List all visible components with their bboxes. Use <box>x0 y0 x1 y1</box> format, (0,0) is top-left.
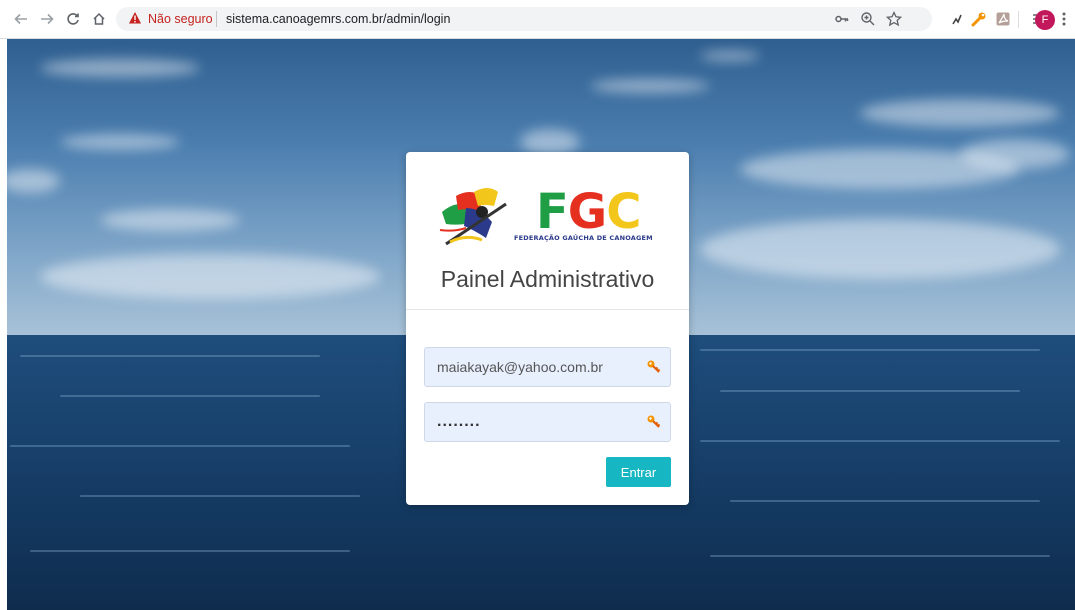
home-icon[interactable] <box>90 10 108 28</box>
logo-subtitle: FEDERAÇÃO GAÚCHA DE CANOAGEM <box>514 234 653 242</box>
left-edge <box>0 39 7 610</box>
card-divider <box>406 309 689 310</box>
page-title: Painel Administrativo <box>440 266 655 292</box>
logo-paddler-icon <box>439 188 507 246</box>
wave <box>700 440 1060 442</box>
cloud <box>0 169 60 193</box>
star-icon[interactable] <box>885 10 903 27</box>
zoom-icon[interactable] <box>860 11 876 27</box>
cloud <box>590 79 710 93</box>
cloud <box>60 134 180 150</box>
address-bar[interactable]: Não seguro sistema.canoagemrs.com.br/adm… <box>116 7 932 31</box>
login-card: FGC FEDERAÇÃO GAÚCHA DE CANOAGEM Painel … <box>406 152 689 505</box>
cloud <box>700 219 1060 279</box>
wave <box>30 550 350 552</box>
browser-toolbar: Não seguro sistema.canoagemrs.com.br/adm… <box>0 0 1075 39</box>
warning-icon[interactable] <box>128 11 144 27</box>
avatar[interactable]: F <box>1035 10 1055 30</box>
email-field[interactable] <box>425 348 640 386</box>
pdf-icon[interactable] <box>994 10 1012 28</box>
key-icon[interactable] <box>834 11 850 27</box>
submit-button[interactable]: Entrar <box>606 457 671 487</box>
security-label[interactable]: Não seguro <box>148 11 213 27</box>
password-field[interactable] <box>425 403 640 441</box>
reload-icon[interactable] <box>64 10 82 28</box>
omnibox-divider <box>216 11 217 27</box>
fgc-logo: FGC FEDERAÇÃO GAÚCHA DE CANOAGEM <box>436 182 661 252</box>
toolbar-divider <box>1018 11 1019 28</box>
page-viewport: FGC FEDERAÇÃO GAÚCHA DE CANOAGEM Painel … <box>0 39 1075 610</box>
wave <box>720 390 1020 392</box>
cloud <box>40 254 380 299</box>
forward-icon[interactable] <box>38 10 56 28</box>
cloud <box>40 59 200 77</box>
wave <box>730 500 1040 502</box>
logo-text: FGC <box>536 184 641 240</box>
wave <box>10 445 350 447</box>
wrench-icon[interactable] <box>970 10 988 28</box>
cloud <box>960 139 1070 169</box>
cloud <box>100 209 240 231</box>
menu-icon[interactable] <box>1058 10 1070 28</box>
password-field-wrapper <box>424 402 671 442</box>
extension-icon[interactable] <box>948 10 966 28</box>
wave <box>60 395 320 397</box>
wave <box>700 349 1040 351</box>
autofill-key-icon[interactable] <box>646 414 662 430</box>
cloud <box>700 51 760 61</box>
cloud <box>860 99 1060 127</box>
wave <box>20 355 320 357</box>
autofill-key-icon[interactable] <box>646 359 662 375</box>
wave <box>710 555 1050 557</box>
email-field-wrapper <box>424 347 671 387</box>
url-text[interactable]: sistema.canoagemrs.com.br/admin/login <box>226 11 450 27</box>
profile-initial: F <box>1041 14 1049 26</box>
wave <box>80 495 360 497</box>
back-icon[interactable] <box>12 10 30 28</box>
